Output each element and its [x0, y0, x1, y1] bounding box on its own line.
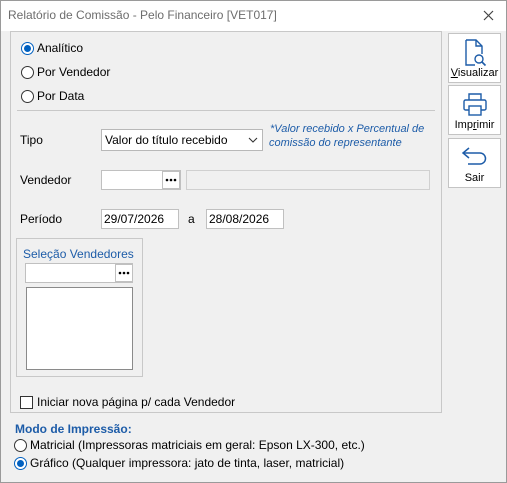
selecao-vendedores-title: Seleção Vendedores: [23, 247, 134, 261]
checkbox-label: Iniciar nova página p/ cada Vendedor: [37, 395, 236, 409]
periodo-start-value: 29/07/2026: [104, 212, 165, 226]
radio-por-data[interactable]: Por Data: [21, 89, 84, 103]
options-panel: Analítico Por Vendedor Por Data Tipo Val…: [10, 31, 442, 413]
selecao-lookup-button[interactable]: [115, 264, 133, 282]
radio-label: Analítico: [37, 41, 84, 55]
tipo-note-line-2: comissão do representante: [269, 137, 402, 149]
radio-label: Por Vendedor: [37, 65, 111, 79]
radio-analitico[interactable]: Analítico: [21, 41, 83, 55]
printer-icon: [462, 93, 487, 116]
tipo-select[interactable]: Valor do título recebido: [101, 129, 263, 151]
periodo-label: Período: [20, 212, 63, 226]
sair-button[interactable]: Sair: [448, 138, 501, 188]
ellipsis-icon: [118, 271, 130, 275]
tipo-note-line-1: *Valor recebido x Percentual de: [270, 123, 425, 135]
radio-por-vendedor[interactable]: Por Vendedor: [21, 65, 110, 79]
close-button[interactable]: [476, 4, 500, 26]
close-icon: [483, 10, 493, 20]
sair-label: Sair: [464, 172, 485, 184]
periodo-end-input[interactable]: 28/08/2026: [206, 209, 284, 229]
vendedor-lookup-button[interactable]: [162, 171, 180, 189]
radio-circle[interactable]: [14, 456, 27, 470]
document-search-icon: [464, 39, 486, 67]
radio-matricial[interactable]: Matricial (Impressoras matriciais em ger…: [14, 438, 365, 452]
vendedor-name-field: [186, 170, 430, 190]
radio-label: Por Data: [37, 89, 85, 103]
radio-label: Gráfico (Qualquer impressora: jato de ti…: [30, 456, 345, 470]
selecao-vendedores-list[interactable]: [26, 287, 133, 370]
periodo-end-value: 28/08/2026: [209, 212, 270, 226]
return-arrow-icon: [461, 147, 486, 165]
radio-grafico[interactable]: Gráfico (Qualquer impressora: jato de ti…: [14, 456, 344, 470]
modo-impressao-title: Modo de Impressão:: [15, 422, 132, 436]
chevron-down-icon: [248, 137, 258, 143]
imprimir-button[interactable]: Imprimir: [448, 85, 501, 135]
periodo-separator: a: [188, 212, 195, 226]
tipo-selected-value: Valor do título recebido: [105, 133, 228, 147]
radio-circle[interactable]: [14, 438, 27, 452]
imprimir-label: Imprimir: [454, 119, 495, 131]
tipo-label: Tipo: [20, 133, 43, 147]
nova-pagina-checkbox[interactable]: Iniciar nova página p/ cada Vendedor: [20, 395, 235, 409]
dialog-window: Relatório de Comissão - Pelo Financeiro …: [0, 0, 507, 483]
periodo-start-input[interactable]: 29/07/2026: [101, 209, 179, 229]
radio-label: Matricial (Impressoras matriciais em ger…: [30, 438, 365, 452]
radio-circle[interactable]: [21, 89, 34, 103]
divider: [17, 110, 435, 111]
selecao-vendedores-group: Seleção Vendedores: [16, 238, 143, 377]
vendedor-label: Vendedor: [20, 173, 72, 187]
window-title: Relatório de Comissão - Pelo Financeiro …: [8, 8, 277, 22]
radio-circle[interactable]: [21, 41, 34, 55]
radio-circle[interactable]: [21, 65, 34, 79]
checkbox-box[interactable]: [20, 395, 33, 409]
title-bar: Relatório de Comissão - Pelo Financeiro …: [1, 1, 506, 31]
ellipsis-icon: [165, 178, 177, 182]
visualizar-label: Visualizar: [450, 67, 499, 79]
visualizar-button[interactable]: Visualizar: [448, 33, 501, 83]
